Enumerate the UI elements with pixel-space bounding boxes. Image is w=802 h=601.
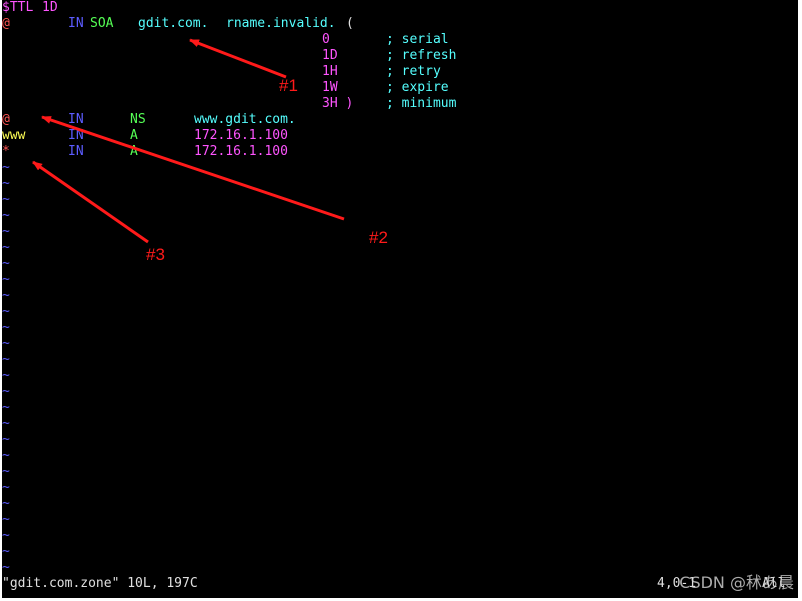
arrow-1 [189, 38, 287, 79]
annotation-label-2: #2 [369, 228, 388, 247]
annotation-label-3: #3 [146, 245, 165, 264]
arrow-3 [32, 160, 149, 244]
watermark: CSDN @秫あ晨 [679, 573, 794, 592]
arrow-2 [41, 115, 345, 221]
annotation-overlay [32, 38, 345, 244]
annotation-label-1: #1 [279, 76, 298, 95]
